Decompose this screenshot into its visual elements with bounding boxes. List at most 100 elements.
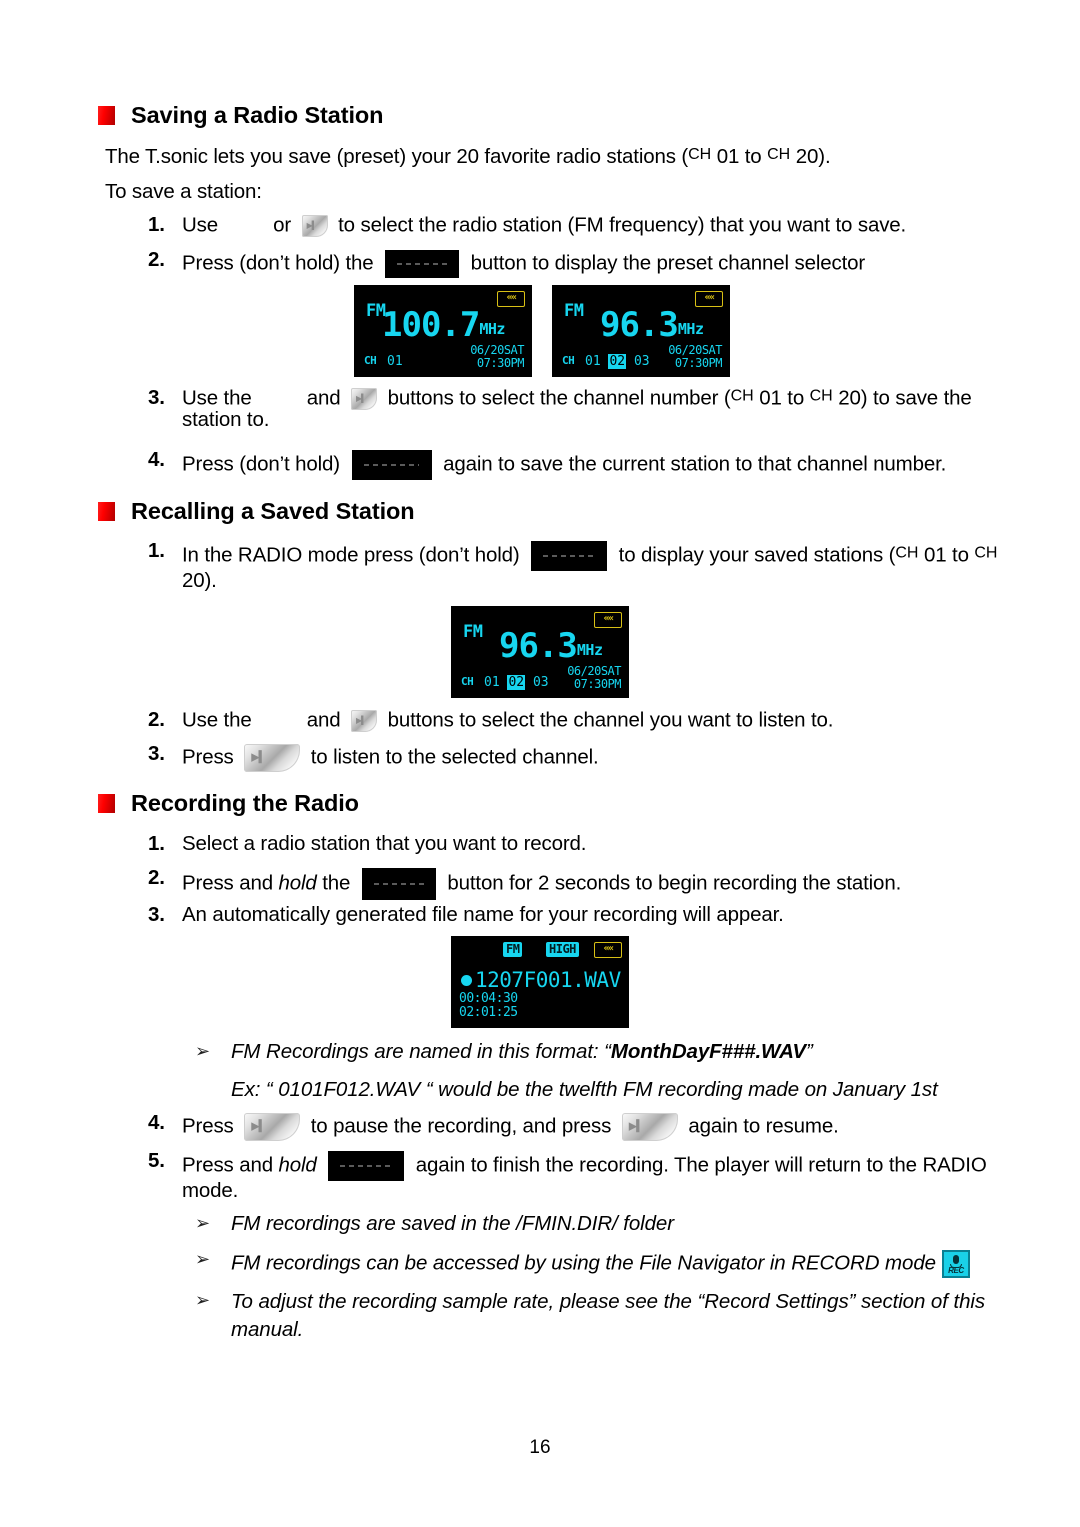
red-square-bullet-icon xyxy=(98,794,115,814)
next-track-button-icon[interactable]: ▶▍ xyxy=(301,215,328,237)
arrow-bullet-icon: ➢ xyxy=(195,1290,210,1310)
next-track-button-icon[interactable]: ▶▍ xyxy=(351,710,378,732)
step-text-a: Use the xyxy=(182,386,252,410)
note-example: Ex: “ 0101F012.WAV “ would be the twelft… xyxy=(195,1079,995,1101)
lcd-weekday: SAT xyxy=(503,343,525,357)
note-text-body: FM recordings can be accessed by using t… xyxy=(231,1251,936,1275)
lcd-channel-01: 01 xyxy=(484,675,500,690)
step-text-c: buttons to select the channel number ( xyxy=(387,386,731,410)
step-text-a: Press xyxy=(182,745,234,769)
list-text: Press and hold the button for 2 seconds … xyxy=(182,868,998,900)
play-glyph-icon: ▶▍ xyxy=(356,394,367,403)
step-text-a: Press (don’t hold) xyxy=(182,452,340,476)
lcd-channel-numbers: 01 02 03 xyxy=(585,354,650,369)
ab-record-button-icon[interactable] xyxy=(351,450,432,480)
lcd-frequency: 100.7MHz xyxy=(382,305,505,345)
red-square-bullet-icon xyxy=(98,502,115,522)
prev-track-button-icon[interactable] xyxy=(257,711,301,731)
lcd-times: 00:04:30 02:01:25 xyxy=(459,992,518,1020)
lcd-ampm: PM xyxy=(510,356,525,370)
ch-superscript-1: CH xyxy=(730,387,754,405)
step-text-d: 20). xyxy=(182,569,217,592)
step-text-c: buttons to select the channel you want t… xyxy=(387,708,834,732)
intro-paragraph-1: The T.sonic lets you save (preset) your … xyxy=(105,145,985,168)
arrow-bullet-icon: ➢ xyxy=(195,1213,210,1233)
list-text: Use the and ▶▍ buttons to select the cha… xyxy=(182,388,988,431)
lcd-date: 06/20 xyxy=(470,343,504,357)
step-text-a: In the RADIO mode press (don’t hold) xyxy=(182,543,520,567)
note-text-b: ” xyxy=(805,1040,813,1063)
lcd-channel-02-selected: 02 xyxy=(507,675,526,690)
play-glyph-icon: ▶▍ xyxy=(251,1120,267,1133)
section-heading-recording: Recording the Radio xyxy=(98,791,359,816)
note-sample-rate: ➢ To adjust the recording sample rate, p… xyxy=(195,1288,985,1345)
note-text: FM Recordings are named in this format: … xyxy=(231,1040,995,1063)
ab-record-button-icon[interactable] xyxy=(361,868,436,900)
list-text: In the RADIO mode press (don’t hold) to … xyxy=(182,541,998,592)
record-dot-icon xyxy=(461,975,472,986)
next-track-button-icon[interactable]: ▶▍ xyxy=(351,388,378,410)
list-text: Press (don’t hold) again to save the cur… xyxy=(182,450,998,480)
lcd-channel-02-selected: 02 xyxy=(608,354,627,369)
intro-text-b: 01 to xyxy=(711,145,768,168)
lcd-weekday: SAT xyxy=(701,343,723,357)
lcd-screen-recording-wrapper: FM HIGH «« 1207F001.WAV 00:04:30 02:01:25 xyxy=(451,936,629,1028)
step-text-c: button for 2 seconds to begin recording … xyxy=(447,871,902,895)
step-text-b: and xyxy=(306,386,341,410)
play-pause-button-icon-2[interactable]: ▶▍ xyxy=(621,1113,678,1141)
prev-track-button-icon[interactable] xyxy=(257,389,301,409)
list-item-saving-4: 4. Press (don’t hold) again to save the … xyxy=(148,448,998,480)
list-item-recalling-2: 2. Use the and ▶▍ buttons to select the … xyxy=(148,708,988,732)
section-heading-saving: Saving a Radio Station xyxy=(98,102,384,128)
page-number: 16 xyxy=(529,1437,551,1458)
play-pause-button-icon[interactable]: ▶▍ xyxy=(244,1113,301,1141)
step-text-a: Use the xyxy=(182,708,252,732)
list-number: 1. xyxy=(148,539,165,562)
lcd-ampm: PM xyxy=(607,677,622,691)
lcd-screen-preset-selector: «« FM 96.3MHz CH 01 02 03 06/20SAT 07:30P… xyxy=(552,285,730,377)
list-item-recalling-1: 1. In the RADIO mode press (don’t hold) … xyxy=(148,539,998,592)
ch-superscript-1: CH xyxy=(688,146,712,163)
list-text: Press ▶▍ to pause the recording, and pre… xyxy=(182,1113,998,1141)
lcd-band-label: FM xyxy=(463,622,483,642)
lcd-date: 06/20 xyxy=(567,664,601,678)
note-text: FM recordings are saved in the /FMIN.DIR… xyxy=(231,1212,674,1235)
note-text-a: FM Recordings are named in this format: … xyxy=(231,1040,611,1063)
ab-record-button-icon[interactable] xyxy=(385,250,460,278)
red-square-bullet-icon xyxy=(98,106,115,126)
prev-track-button-icon[interactable] xyxy=(224,216,268,236)
lcd-time: 07:30 xyxy=(573,677,608,691)
note-naming-format: ➢ FM Recordings are named in this format… xyxy=(195,1040,995,1063)
rec-label-text: REC xyxy=(948,1266,964,1275)
list-number: 3. xyxy=(148,386,165,409)
lcd-datetime: 06/20SAT 07:30PM xyxy=(668,344,722,370)
section-title-text: Saving a Radio Station xyxy=(131,102,384,128)
list-text: Press and hold again to finish the recor… xyxy=(182,1151,998,1202)
note-format-bold: MonthDayF###.WAV xyxy=(610,1040,806,1063)
lcd-screen-recall: «« FM 96.3MHz CH 01 02 03 06/20SAT 07:30P… xyxy=(451,606,629,698)
lcd-screens-row-preset: «« FM 100.7MHz CH 01 06/20SAT 07:30PM «« … xyxy=(352,285,732,377)
lcd-frequency: 96.3MHz xyxy=(600,305,704,345)
lcd-channel-label: CH xyxy=(364,354,377,367)
manual-page: Saving a Radio Station The T.sonic lets … xyxy=(0,0,1080,1527)
play-pause-button-icon[interactable]: ▶▍ xyxy=(244,744,301,772)
lcd-ampm: PM xyxy=(708,356,723,370)
ab-record-button-icon[interactable] xyxy=(531,541,608,571)
list-item-recording-4: 4. Press ▶▍ to pause the recording, and … xyxy=(148,1111,998,1141)
list-number: 4. xyxy=(148,1111,165,1134)
list-number: 5. xyxy=(148,1149,165,1172)
lcd-frequency-unit: MHz xyxy=(479,320,505,338)
lcd-channel-numbers: 01 02 03 xyxy=(484,675,549,690)
ab-record-button-icon[interactable] xyxy=(328,1151,405,1181)
lcd-screen-recording: FM HIGH «« 1207F001.WAV 00:04:30 02:01:25 xyxy=(451,936,629,1028)
step-text-a: Press xyxy=(182,1114,234,1138)
list-text: An automatically generated file name for… xyxy=(182,903,784,926)
lcd-channel-label: CH xyxy=(562,354,575,367)
ch-superscript-2: CH xyxy=(974,544,998,562)
step-text-b: again to save the current station to tha… xyxy=(443,452,947,476)
lcd-filename-row: 1207F001.WAV xyxy=(461,968,621,992)
list-number: 4. xyxy=(148,448,165,471)
step-text-hold-emphasis: hold xyxy=(278,1153,317,1177)
lcd-channel-03: 03 xyxy=(532,675,549,690)
list-number: 1. xyxy=(148,832,165,855)
